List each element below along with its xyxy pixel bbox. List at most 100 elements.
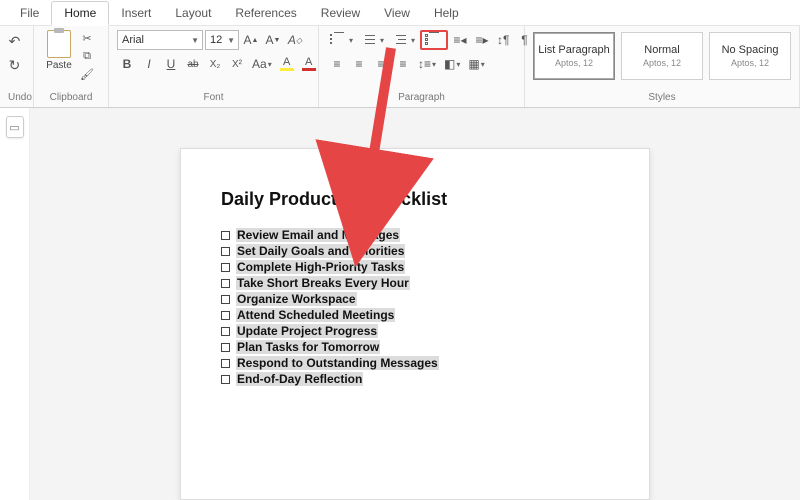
list-item-text[interactable]: Complete High-Priority Tasks xyxy=(236,260,405,274)
group-font: Arial ▼ 12 ▼ A▲ A▼ A◇ B I U ab X₂ X² Aa▾ xyxy=(109,26,319,107)
list-item[interactable]: Organize Workspace xyxy=(221,292,609,306)
list-item-text[interactable]: End-of-Day Reflection xyxy=(236,372,363,386)
style-no-spacing[interactable]: No Spacing Aptos, 12 xyxy=(709,32,791,80)
numbering-button[interactable]: ▾ xyxy=(358,30,387,50)
highlight-swatch xyxy=(280,68,294,71)
checkbox-icon[interactable] xyxy=(221,311,230,320)
cut-button[interactable]: ✂ xyxy=(78,30,96,46)
italic-button[interactable]: I xyxy=(139,54,159,74)
navigation-gutter: ▭ xyxy=(0,108,30,500)
menu-insert[interactable]: Insert xyxy=(109,2,163,24)
menu-references[interactable]: References xyxy=(223,2,308,24)
clear-formatting-button[interactable]: A◇ xyxy=(285,30,305,50)
checkbox-icon[interactable] xyxy=(221,359,230,368)
font-size-value: 12 xyxy=(210,34,222,46)
checkbox-icon[interactable] xyxy=(221,327,230,336)
checkbox-icon[interactable] xyxy=(221,231,230,240)
checklist[interactable]: Review Email and Messages Set Daily Goal… xyxy=(221,228,609,386)
style-sub: Aptos, 12 xyxy=(731,58,769,68)
menu-home[interactable]: Home xyxy=(51,1,109,26)
change-case-button[interactable]: Aa▾ xyxy=(249,54,275,74)
font-color-swatch xyxy=(302,68,316,71)
style-title: No Spacing xyxy=(722,44,779,56)
list-item[interactable]: Take Short Breaks Every Hour xyxy=(221,276,609,290)
list-item[interactable]: Complete High-Priority Tasks xyxy=(221,260,609,274)
bullets-button[interactable]: ▾ xyxy=(327,30,356,50)
align-left-button[interactable]: ≡ xyxy=(327,54,347,74)
menu-file[interactable]: File xyxy=(8,2,51,24)
list-item[interactable]: Set Daily Goals and Priorities xyxy=(221,244,609,258)
checkbox-icon[interactable] xyxy=(221,263,230,272)
font-color-button[interactable]: A xyxy=(299,54,319,74)
list-item[interactable]: Respond to Outstanding Messages xyxy=(221,356,609,370)
line-spacing-button[interactable]: ↕≡▾ xyxy=(415,54,439,74)
list-item-text[interactable]: Respond to Outstanding Messages xyxy=(236,356,439,370)
workspace: ▭ Daily Productive Checklist Review Emai… xyxy=(0,108,800,500)
group-font-label: Font xyxy=(117,90,310,107)
menu-review[interactable]: Review xyxy=(309,2,372,24)
checkbox-icon[interactable] xyxy=(221,375,230,384)
highlight-color-button[interactable]: A xyxy=(277,54,297,74)
paste-button[interactable]: Paste xyxy=(42,30,76,71)
list-item-text[interactable]: Review Email and Messages xyxy=(236,228,400,242)
group-styles: List Paragraph Aptos, 12 Normal Aptos, 1… xyxy=(525,26,800,107)
font-name-value: Arial xyxy=(122,34,144,46)
strikethrough-button[interactable]: ab xyxy=(183,54,203,74)
checkbox-icon[interactable] xyxy=(221,279,230,288)
undo-button[interactable]: ↶ xyxy=(4,30,26,52)
checklist-button[interactable] xyxy=(420,30,448,50)
subscript-button[interactable]: X₂ xyxy=(205,54,225,74)
redo-button[interactable]: ↻ xyxy=(4,54,26,76)
font-name-select[interactable]: Arial ▼ xyxy=(117,30,203,50)
group-styles-label: Styles xyxy=(533,90,791,107)
style-sub: Aptos, 12 xyxy=(643,58,681,68)
shrink-font-button[interactable]: A▼ xyxy=(263,30,283,50)
menu-bar: File Home Insert Layout References Revie… xyxy=(0,0,800,26)
page-thumbnail-icon[interactable]: ▭ xyxy=(6,116,24,138)
list-item[interactable]: Update Project Progress xyxy=(221,324,609,338)
document-title[interactable]: Daily Productive Checklist xyxy=(221,189,609,210)
list-item-text[interactable]: Set Daily Goals and Priorities xyxy=(236,244,405,258)
clipboard-icon xyxy=(47,30,71,58)
paste-label: Paste xyxy=(46,60,72,71)
list-item-text[interactable]: Organize Workspace xyxy=(236,292,357,306)
align-center-button[interactable]: ≡ xyxy=(349,54,369,74)
list-item[interactable]: End-of-Day Reflection xyxy=(221,372,609,386)
justify-button[interactable]: ≡ xyxy=(393,54,413,74)
borders-button[interactable]: ▦▾ xyxy=(465,54,487,74)
grow-font-button[interactable]: A▲ xyxy=(241,30,261,50)
list-item[interactable]: Review Email and Messages xyxy=(221,228,609,242)
list-item-text[interactable]: Attend Scheduled Meetings xyxy=(236,308,395,322)
menu-help[interactable]: Help xyxy=(422,2,471,24)
superscript-button[interactable]: X² xyxy=(227,54,247,74)
increase-indent-button[interactable]: ≡▸ xyxy=(472,30,492,50)
group-paragraph-label: Paragraph xyxy=(327,90,516,107)
multilevel-list-button[interactable]: ▾ xyxy=(389,30,418,50)
group-paragraph: ▾ ▾ ▾ ≡◂ ≡▸ ↕¶ ¶ ≡ ≡ ≡ ≡ ↕≡▾ ◧▾ ▦▾ Parag… xyxy=(319,26,525,107)
menu-layout[interactable]: Layout xyxy=(163,2,223,24)
ribbon: ↶ ↻ Undo Paste ✂ ⧉ 🖌 Clipboard Arial ▼ xyxy=(0,26,800,108)
style-normal[interactable]: Normal Aptos, 12 xyxy=(621,32,703,80)
group-clipboard: Paste ✂ ⧉ 🖌 Clipboard xyxy=(34,26,109,107)
copy-button[interactable]: ⧉ xyxy=(78,48,96,64)
group-undo-label: Undo xyxy=(8,90,25,107)
checkbox-icon[interactable] xyxy=(221,343,230,352)
bold-button[interactable]: B xyxy=(117,54,137,74)
list-item[interactable]: Plan Tasks for Tomorrow xyxy=(221,340,609,354)
menu-view[interactable]: View xyxy=(372,2,422,24)
list-item-text[interactable]: Take Short Breaks Every Hour xyxy=(236,276,410,290)
sort-button[interactable]: ↕¶ xyxy=(494,30,512,50)
format-painter-button[interactable]: 🖌 xyxy=(78,66,96,82)
checkbox-icon[interactable] xyxy=(221,247,230,256)
style-list-paragraph[interactable]: List Paragraph Aptos, 12 xyxy=(533,32,615,80)
underline-button[interactable]: U xyxy=(161,54,181,74)
align-right-button[interactable]: ≡ xyxy=(371,54,391,74)
list-item-text[interactable]: Plan Tasks for Tomorrow xyxy=(236,340,380,354)
checkbox-icon[interactable] xyxy=(221,295,230,304)
list-item-text[interactable]: Update Project Progress xyxy=(236,324,378,338)
list-item[interactable]: Attend Scheduled Meetings xyxy=(221,308,609,322)
decrease-indent-button[interactable]: ≡◂ xyxy=(450,30,470,50)
document-page[interactable]: Daily Productive Checklist Review Email … xyxy=(180,148,650,500)
font-size-select[interactable]: 12 ▼ xyxy=(205,30,239,50)
shading-button[interactable]: ◧▾ xyxy=(441,54,463,74)
